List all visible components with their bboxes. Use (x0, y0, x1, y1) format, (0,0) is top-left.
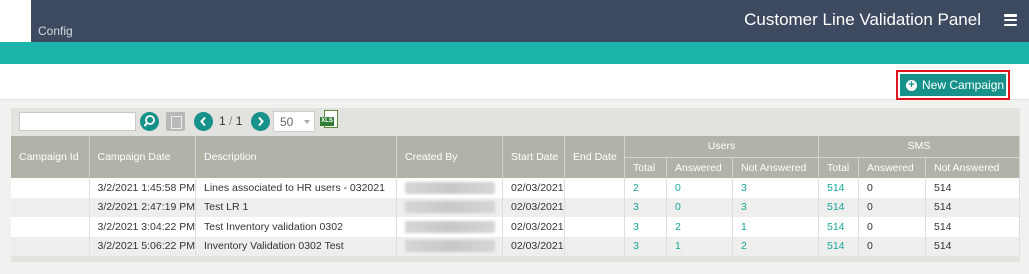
cell-users-answered[interactable]: 1 (666, 236, 733, 256)
cell-users-total[interactable]: 3 (624, 217, 667, 237)
cell-users-not-answered[interactable]: 3 (732, 197, 819, 217)
col-description[interactable]: Description (195, 136, 397, 178)
logo (0, 0, 31, 42)
next-page-icon[interactable] (251, 112, 270, 131)
cell-description: Test LR 1 (195, 197, 397, 217)
cell-end-date (564, 178, 625, 198)
cell-sms-not-answered: 514 (925, 236, 1020, 256)
page-size-value: 50 (280, 115, 294, 129)
col-users-not-answered[interactable]: Not Answered (732, 156, 819, 178)
cell-users-total[interactable]: 2 (624, 178, 667, 198)
accent-band (0, 42, 1029, 64)
previous-page-icon[interactable] (194, 112, 213, 131)
cell-start-date: 02/03/2021 (502, 197, 565, 217)
cell-campaign-id (11, 236, 90, 256)
redacted-name (405, 201, 495, 214)
cell-created-by (396, 236, 503, 256)
export-excel-icon[interactable]: XLS (320, 110, 340, 131)
col-sms-not-answered[interactable]: Not Answered (925, 156, 1020, 178)
cell-sms-total[interactable]: 514 (818, 217, 859, 237)
cell-start-date: 02/03/2021 (502, 178, 565, 198)
cell-campaign-date: 3/2/2021 1:45:58 PM (89, 178, 196, 198)
col-campaign-date[interactable]: Campaign Date (89, 136, 196, 178)
cell-sms-not-answered: 514 (925, 178, 1020, 198)
cell-sms-not-answered: 514 (925, 197, 1020, 217)
users-group-header: Users (624, 136, 819, 157)
cell-end-date (564, 236, 625, 256)
redacted-name (405, 240, 495, 253)
cell-start-date: 02/03/2021 (502, 217, 565, 237)
col-campaign-id[interactable]: Campaign Id (11, 136, 90, 178)
redacted-name (405, 181, 495, 194)
cell-campaign-id (11, 178, 90, 198)
campaign-table: Campaign Id Campaign Date Description Cr… (11, 136, 1020, 256)
table-row[interactable]: 3/2/2021 2:47:19 PM Test LR 1 02/03/2021 3 0… (11, 197, 1020, 217)
cell-description: Test Inventory validation 0302 (195, 217, 397, 237)
config-menu-link[interactable]: Config (38, 24, 73, 38)
search-input[interactable] (19, 112, 136, 131)
cell-description: Lines associated to HR users - 032021 (195, 178, 397, 198)
top-navigation-bar: Config Customer Line Validation Panel (0, 0, 1029, 42)
cell-created-by (396, 197, 503, 217)
sms-group-header: SMS (818, 136, 1020, 157)
page-size-select[interactable]: 50 (273, 111, 315, 132)
cell-campaign-id (11, 217, 90, 237)
cell-start-date: 02/03/2021 (502, 236, 565, 256)
table-row[interactable]: 3/2/2021 5:06:22 PM Inventory Validation … (11, 236, 1020, 256)
plus-icon: + (906, 79, 917, 91)
table-row[interactable]: 3/2/2021 1:45:58 PM Lines associated to H… (11, 178, 1020, 198)
cell-users-answered[interactable]: 2 (666, 217, 733, 237)
col-sms-total[interactable]: Total (818, 156, 859, 178)
redacted-name (405, 220, 495, 233)
cell-description: Inventory Validation 0302 Test (195, 236, 397, 256)
col-start-date[interactable]: Start Date (502, 136, 565, 178)
pager-total: 1 (235, 114, 243, 128)
hamburger-menu-icon[interactable] (1004, 14, 1017, 27)
cell-users-not-answered[interactable]: 1 (732, 217, 819, 237)
chevron-down-icon (304, 120, 310, 124)
pager-current: 1 (219, 114, 226, 128)
cell-campaign-date: 3/2/2021 3:04:22 PM (89, 217, 196, 237)
cell-sms-answered: 0 (858, 197, 926, 217)
cell-users-not-answered[interactable]: 2 (732, 236, 819, 256)
col-users-answered[interactable]: Answered (666, 156, 733, 178)
cell-end-date (564, 197, 625, 217)
action-bar (0, 64, 1029, 100)
cell-campaign-id (11, 197, 90, 217)
cell-created-by (396, 178, 503, 198)
page-title: Customer Line Validation Panel (744, 10, 981, 29)
col-sms-answered[interactable]: Answered (858, 156, 926, 178)
pager-info: 1 / 1 (219, 114, 243, 128)
cell-end-date (564, 217, 625, 237)
cell-sms-answered: 0 (858, 236, 926, 256)
cell-sms-answered: 0 (858, 217, 926, 237)
table-row[interactable]: 3/2/2021 3:04:22 PM Test Inventory valida… (11, 217, 1020, 237)
cell-users-total[interactable]: 3 (624, 197, 667, 217)
cell-campaign-date: 3/2/2021 5:06:22 PM (89, 236, 196, 256)
clear-filter-icon[interactable] (166, 112, 185, 131)
new-campaign-label: New Campaign (922, 78, 1005, 92)
col-users-total[interactable]: Total (624, 156, 667, 178)
cell-sms-total[interactable]: 514 (818, 236, 859, 256)
cell-sms-answered: 0 (858, 178, 926, 198)
cell-sms-total[interactable]: 514 (818, 178, 859, 198)
col-created-by[interactable]: Created By (396, 136, 503, 178)
col-end-date[interactable]: End Date (564, 136, 625, 178)
search-icon[interactable] (140, 112, 159, 131)
cell-users-not-answered[interactable]: 3 (732, 178, 819, 198)
cell-created-by (396, 217, 503, 237)
cell-sms-not-answered: 514 (925, 217, 1020, 237)
cell-users-total[interactable]: 3 (624, 236, 667, 256)
cell-users-answered[interactable]: 0 (666, 197, 733, 217)
new-campaign-button[interactable]: + New Campaign (900, 74, 1006, 96)
cell-campaign-date: 3/2/2021 2:47:19 PM (89, 197, 196, 217)
cell-users-answered[interactable]: 0 (666, 178, 733, 198)
cell-sms-total[interactable]: 514 (818, 197, 859, 217)
